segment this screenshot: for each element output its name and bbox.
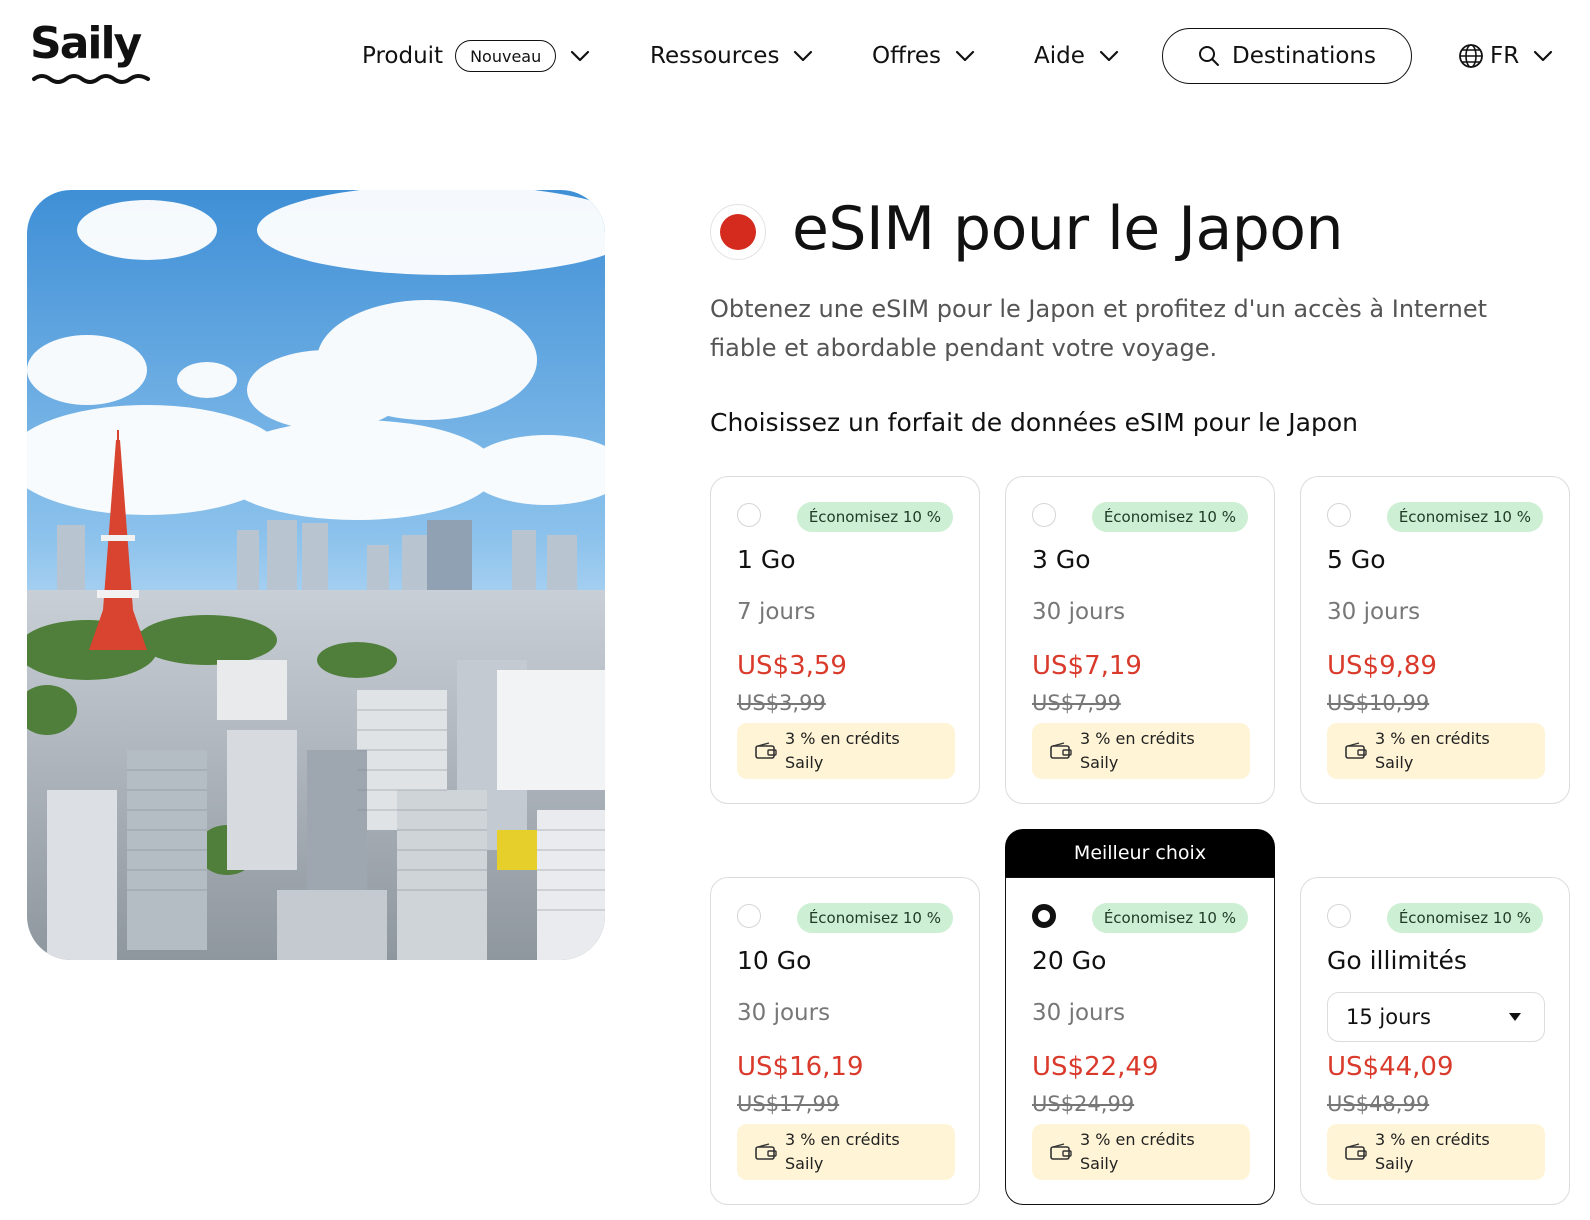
plan-old-price: US$24,99 <box>1032 1092 1135 1116</box>
tokyo-skyline-image <box>27 190 605 960</box>
plan-price: US$44,09 <box>1327 1052 1454 1082</box>
plan-old-price: US$7,99 <box>1032 691 1121 715</box>
saily-logo[interactable]: Saily <box>30 22 155 84</box>
plan-days: 7 jours <box>737 599 816 625</box>
plan-card-10go[interactable]: Économisez 10 % 10 Go 30 jours US$16,19 … <box>710 877 980 1205</box>
destinations-label: Destinations <box>1232 43 1376 69</box>
page-title: eSIM pour le Japon <box>792 194 1344 264</box>
plan-price: US$16,19 <box>737 1052 864 1082</box>
logo-text: Saily <box>30 18 142 69</box>
plan-days: 30 jours <box>1032 1000 1126 1026</box>
plans-heading: Choisissez un forfait de données eSIM po… <box>710 408 1358 437</box>
wallet-icon <box>755 742 777 759</box>
wallet-icon <box>755 1143 777 1160</box>
page-subtitle: Obtenez une eSIM pour le Japon et profit… <box>710 295 1488 362</box>
new-badge: Nouveau <box>455 40 557 72</box>
plan-days: 30 jours <box>737 1000 831 1026</box>
plan-radio[interactable] <box>737 904 761 928</box>
logo-wave-icon <box>32 74 150 84</box>
destinations-button[interactable]: Destinations <box>1162 28 1412 84</box>
nav-item-aide[interactable]: Aide <box>1034 36 1119 76</box>
plan-price: US$3,59 <box>737 651 847 681</box>
plan-radio[interactable] <box>737 503 761 527</box>
plan-data: 1 Go <box>737 545 796 574</box>
credit-badge: 3 % en crédits Saily <box>1327 723 1545 779</box>
plan-card-unlimited[interactable]: Économisez 10 % Go illimités 15 jours US… <box>1300 877 1570 1205</box>
nav-label-produit: Produit <box>362 43 444 69</box>
globe-icon <box>1459 44 1483 68</box>
plan-data: 5 Go <box>1327 545 1386 574</box>
chevron-down-icon <box>1534 50 1553 62</box>
plan-card-5go[interactable]: Économisez 10 % 5 Go 30 jours US$9,89 US… <box>1300 476 1570 804</box>
plan-data: 10 Go <box>737 946 812 975</box>
language-selector[interactable]: FR <box>1458 36 1553 76</box>
plan-old-price: US$48,99 <box>1327 1092 1430 1116</box>
credit-text: 3 % en crédits Saily <box>1080 1130 1195 1173</box>
chevron-down-icon <box>571 50 590 62</box>
plan-card-20go[interactable]: Économisez 10 % 20 Go 30 jours US$22,49 … <box>1005 877 1275 1205</box>
plan-price: US$9,89 <box>1327 651 1437 681</box>
credit-badge: 3 % en crédits Saily <box>1032 723 1250 779</box>
nav-label-ressources: Ressources <box>650 43 780 69</box>
plan-card-1go[interactable]: Économisez 10 % 1 Go 7 jours US$3,59 US$… <box>710 476 980 804</box>
plan-data: Go illimités <box>1327 946 1467 975</box>
chevron-down-icon <box>955 50 975 62</box>
nav-item-produit[interactable]: Produit Nouveau <box>362 36 590 76</box>
save-badge: Économisez 10 % <box>1386 502 1543 532</box>
best-choice-label: Meilleur choix <box>1005 829 1275 877</box>
duration-select[interactable]: 15 jours <box>1327 992 1545 1042</box>
plan-price: US$7,19 <box>1032 651 1142 681</box>
wallet-icon <box>1050 742 1072 759</box>
plan-old-price: US$3,99 <box>737 691 826 715</box>
chevron-down-icon <box>1099 50 1118 62</box>
plan-card-3go[interactable]: Économisez 10 % 3 Go 30 jours US$7,19 US… <box>1005 476 1275 804</box>
wallet-icon <box>1050 1143 1072 1160</box>
plan-data: 3 Go <box>1032 545 1091 574</box>
credit-badge: 3 % en crédits Saily <box>1327 1124 1545 1180</box>
save-badge: Économisez 10 % <box>796 502 953 532</box>
japan-flag-icon <box>710 204 766 260</box>
credit-badge: 3 % en crédits Saily <box>1032 1124 1250 1180</box>
save-badge: Économisez 10 % <box>796 903 953 933</box>
plan-old-price: US$10,99 <box>1327 691 1430 715</box>
plan-radio[interactable] <box>1327 503 1351 527</box>
plan-radio[interactable] <box>1327 904 1351 928</box>
nav-label-offres: Offres <box>872 43 942 69</box>
plan-price: US$22,49 <box>1032 1052 1159 1082</box>
plan-days: 30 jours <box>1032 599 1126 625</box>
save-badge: Économisez 10 % <box>1091 502 1248 532</box>
credit-text: 3 % en crédits Saily <box>1375 1130 1490 1173</box>
nav-label-aide: Aide <box>1034 43 1085 69</box>
plan-radio-selected[interactable] <box>1032 904 1056 928</box>
search-icon <box>1199 46 1220 66</box>
duration-select-value: 15 jours <box>1346 1005 1431 1029</box>
save-badge: Économisez 10 % <box>1386 903 1543 933</box>
save-badge: Économisez 10 % <box>1091 903 1248 933</box>
credit-badge: 3 % en crédits Saily <box>737 723 955 779</box>
plan-old-price: US$17,99 <box>737 1092 840 1116</box>
credit-text: 3 % en crédits Saily <box>785 729 900 772</box>
language-label: FR <box>1490 43 1520 69</box>
nav-item-offres[interactable]: Offres <box>872 36 975 76</box>
nav-item-ressources[interactable]: Ressources <box>650 36 813 76</box>
chevron-down-icon <box>794 50 813 62</box>
plan-days: 30 jours <box>1327 599 1421 625</box>
plan-radio[interactable] <box>1032 503 1056 527</box>
credit-text: 3 % en crédits Saily <box>785 1130 900 1173</box>
plan-data: 20 Go <box>1032 946 1107 975</box>
wallet-icon <box>1345 1143 1367 1160</box>
wallet-icon <box>1345 742 1367 759</box>
credit-text: 3 % en crédits Saily <box>1080 729 1195 772</box>
caret-down-icon <box>1509 1013 1521 1021</box>
credit-badge: 3 % en crédits Saily <box>737 1124 955 1180</box>
credit-text: 3 % en crédits Saily <box>1375 729 1490 772</box>
